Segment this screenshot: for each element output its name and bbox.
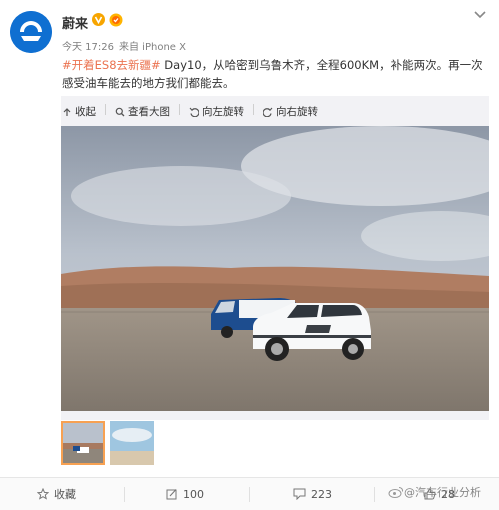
comment-icon	[293, 488, 306, 500]
collapse-button[interactable]: 收起	[62, 104, 96, 119]
hashtag-link[interactable]: #开着ES8去新疆#	[62, 58, 161, 72]
collapse-icon	[63, 107, 71, 116]
rotate-left-button[interactable]: 向左旋转	[189, 104, 244, 119]
post-meta: 今天 17:26 来自 iPhone X	[62, 38, 186, 53]
thumbnail-1[interactable]	[61, 421, 105, 465]
thumb-sky-desert	[110, 421, 154, 465]
post-content: #开着ES8去新疆# Day10，从哈密到乌鲁木齐，全程600KM，补能两次。再…	[62, 56, 487, 92]
username[interactable]: 蔚来	[62, 13, 88, 32]
divider	[124, 487, 125, 502]
nio-logo-icon	[10, 11, 52, 53]
repost-button[interactable]: 100	[166, 478, 204, 510]
avatar[interactable]	[10, 11, 52, 53]
zoom-icon	[115, 107, 125, 116]
divider	[105, 104, 106, 115]
verified-icon	[92, 13, 105, 26]
view-large-button[interactable]: 查看大图	[115, 104, 170, 119]
divider	[253, 104, 254, 115]
post-photo[interactable]	[61, 126, 489, 411]
rotate-left-icon	[189, 107, 199, 117]
divider	[249, 487, 250, 502]
post-source: 来自 iPhone X	[119, 42, 186, 53]
comment-button[interactable]: 223	[293, 478, 332, 510]
photo-desert-cars	[61, 126, 489, 411]
favorite-button[interactable]: 收藏	[37, 478, 76, 510]
thumbnail-2[interactable]	[110, 421, 154, 465]
weibo-logo-icon	[388, 487, 404, 498]
divider	[179, 104, 180, 115]
rotate-right-icon	[263, 107, 273, 117]
divider	[374, 487, 375, 502]
repost-icon	[166, 489, 177, 500]
thumb-desert-cars	[61, 421, 105, 465]
vip-medal-icon[interactable]	[109, 13, 123, 27]
watermark: @汽车行业分析	[388, 484, 481, 500]
chevron-down-icon[interactable]	[473, 10, 487, 20]
rotate-right-button[interactable]: 向右旋转	[263, 104, 318, 119]
media-toolbar: 收起 查看大图 向左旋转 向右旋转	[62, 104, 327, 119]
post-time[interactable]: 今天 17:26	[62, 42, 114, 53]
star-icon	[37, 488, 49, 500]
